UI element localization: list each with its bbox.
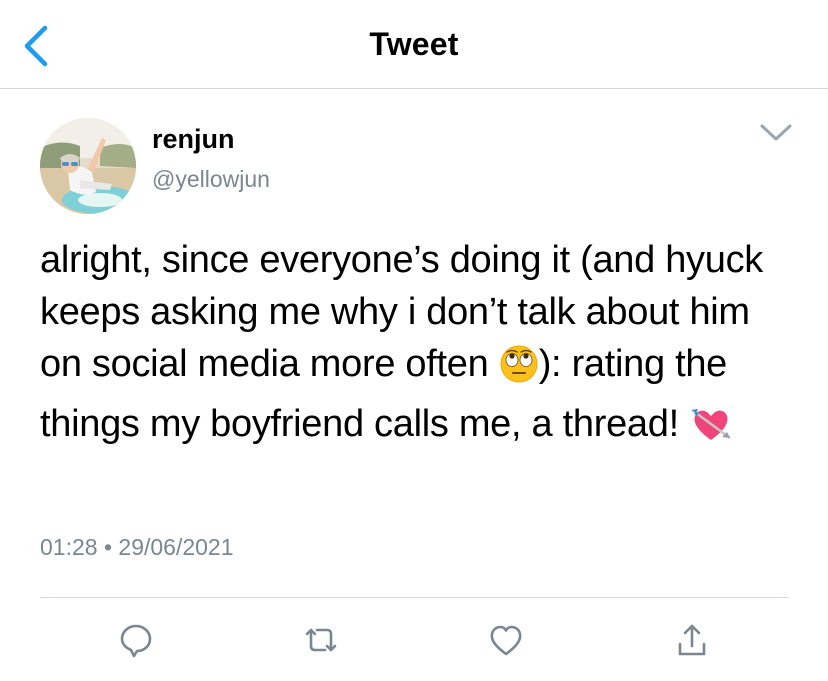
page-title: Tweet [369, 26, 459, 62]
face-with-rolling-eyes-emoji [499, 344, 539, 398]
author-display-name[interactable]: renjun [152, 124, 235, 155]
tweet-text: alright, since everyone’s doing it (and … [40, 234, 800, 458]
reply-icon [120, 624, 152, 658]
like-icon [490, 625, 522, 656]
tweet-detail-screen: Tweet renjun @yellowjun alright, since e… [0, 0, 828, 681]
like-button[interactable] [486, 620, 526, 660]
timestamp-separator: • [103, 534, 113, 560]
avatar-photo-icon [40, 118, 136, 214]
tweet-date: 29/06/2021 [118, 534, 234, 560]
retweet-icon [305, 628, 337, 652]
author-handle[interactable]: @yellowjun [152, 166, 270, 193]
tweet-time: 01:28 [40, 534, 98, 560]
heart-with-arrow-emoji [689, 404, 733, 458]
retweet-button[interactable] [301, 620, 341, 660]
tweet-timestamp: 01:28 • 29/06/2021 [40, 534, 234, 561]
share-icon [678, 624, 706, 656]
divider [40, 597, 788, 598]
avatar[interactable] [40, 118, 136, 214]
share-button[interactable] [672, 620, 712, 660]
reply-button[interactable] [116, 620, 156, 660]
top-bar: Tweet [0, 0, 828, 89]
chevron-down-icon [760, 124, 792, 141]
more-options-button[interactable] [758, 122, 794, 144]
